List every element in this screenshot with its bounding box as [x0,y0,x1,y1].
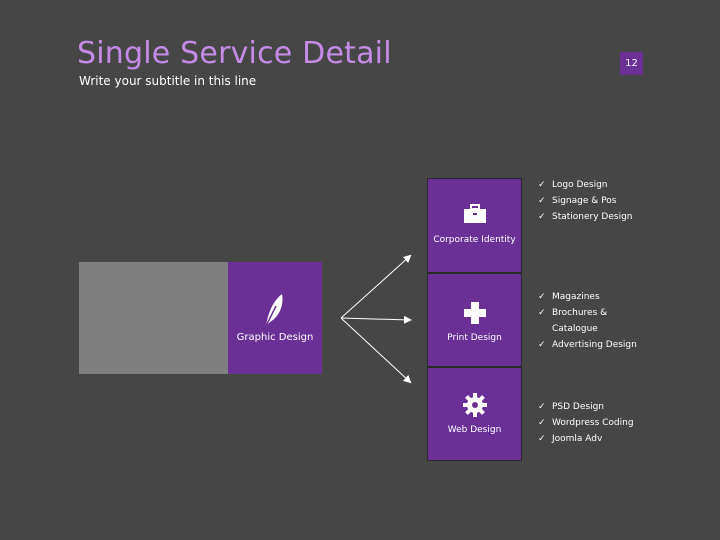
check-icon: ✓ [538,292,546,302]
check-icon: ✓ [538,340,546,350]
puzzle-icon [463,301,487,329]
gear-icon [463,393,487,421]
check-icon: ✓ [538,196,546,206]
list-item: ✓ Advertising Design [538,337,637,353]
list-item-continuation: Catalogue [552,324,598,334]
service-label-corporate: Corporate Identity [433,235,516,245]
service-tile-print: Print Design [427,273,522,367]
list-item: ✓ Stationery Design [538,209,633,225]
connector-arrows [340,254,412,384]
check-icon: ✓ [538,418,546,428]
service-tile-web: Web Design [427,367,522,461]
print-feature-list: ✓ Magazines ✓ Brochures & Catalogue ✓ Adver… [538,289,637,353]
check-icon: ✓ [538,434,546,444]
list-item: ✓ Signage & Pos [538,193,633,209]
list-item: ✓ Wordpress Coding [538,415,634,431]
list-item: ✓ Magazines [538,289,637,305]
web-feature-list: ✓ PSD Design ✓ Wordpress Coding ✓ Joomla Ad… [538,399,634,447]
corporate-feature-list: ✓ Logo Design ✓ Signage & Pos ✓ Stationery … [538,177,633,225]
service-tile-corporate: Corporate Identity [427,178,522,273]
service-label-print: Print Design [447,333,502,343]
list-item: ✓ Logo Design [538,177,633,193]
arrow-to-corporate [340,254,412,319]
briefcase-icon [463,204,487,228]
arrow-to-web [340,317,412,384]
arrow-to-print [340,315,412,324]
service-label-web: Web Design [447,425,502,435]
check-icon: ✓ [538,212,546,222]
list-item: ✓ PSD Design [538,399,634,415]
check-icon: ✓ [538,180,546,190]
list-item: ✓ Joomla Adv [538,431,634,447]
list-item: ✓ Brochures & [538,305,637,321]
check-icon: ✓ [538,308,546,318]
check-icon: ✓ [538,402,546,412]
